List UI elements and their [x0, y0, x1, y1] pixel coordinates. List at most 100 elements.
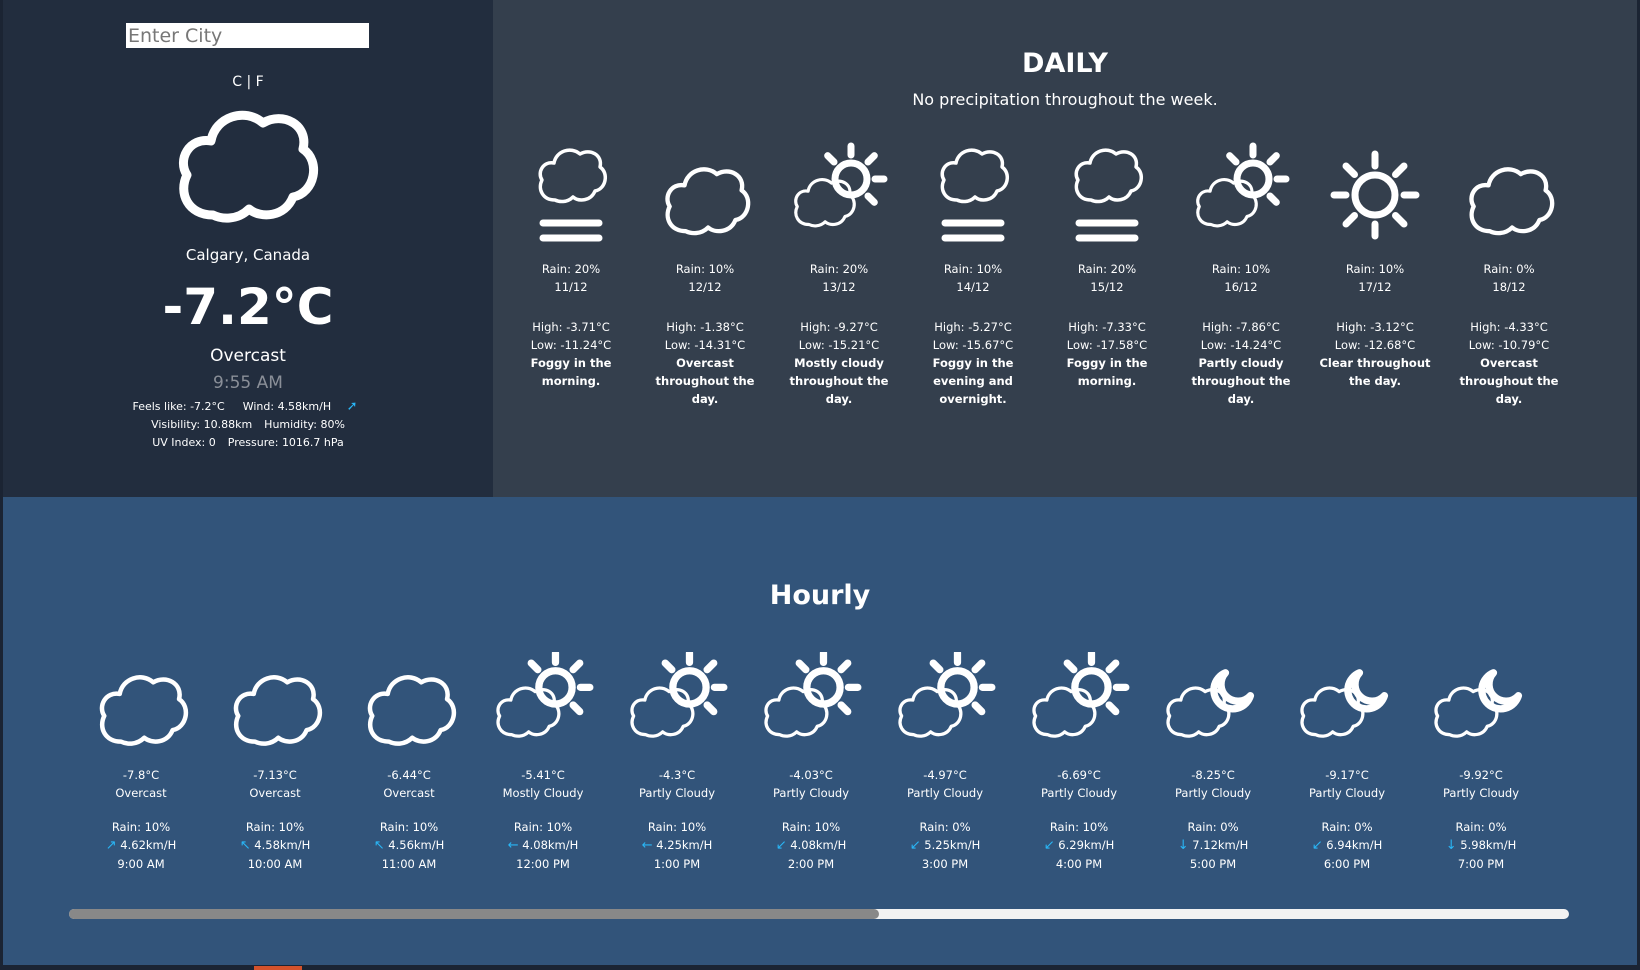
hourly-wind: ↙ 6.29km/H: [1043, 838, 1115, 853]
cloud-icon: [233, 675, 323, 746]
hourly-time: 5:00 PM: [1189, 857, 1237, 871]
daily-date: 12/12: [688, 280, 722, 294]
wind-direction-icon: ↗: [105, 838, 117, 853]
partly-cloudy-night-icon: [1434, 669, 1523, 738]
daily-item: Rain: 10% 12/12 High: -1.38°C Low: -14.3…: [645, 140, 765, 408]
fahrenheit-toggle[interactable]: F: [256, 74, 264, 90]
hourly-time: 10:00 AM: [247, 857, 303, 871]
daily-item: Rain: 0% 18/12 High: -4.33°C Low: -10.79…: [1449, 140, 1569, 408]
hourly-rain: Rain: 10%: [111, 820, 171, 834]
scrollbar-thumb[interactable]: [69, 909, 879, 919]
wind: Wind: 4.58km/H ➚: [242, 399, 358, 414]
hourly-wind: ← 4.25km/H: [641, 838, 713, 853]
daily-high: High: -3.12°C: [1336, 320, 1414, 334]
hourly-item: -6.69°C Partly Cloudy Rain: 10% ↙ 6.29km…: [1019, 652, 1139, 873]
partly-cloudy-day-icon: [794, 142, 888, 228]
hourly-temp: -7.13°C: [253, 768, 297, 782]
hourly-time: 11:00 AM: [381, 857, 437, 871]
uv-index: UV Index: 0: [152, 436, 216, 449]
hourly-item: -4.97°C Partly Cloudy Rain: 0% ↙ 5.25km/…: [885, 652, 1005, 873]
daily-low: Low: -10.79°C: [1468, 338, 1550, 352]
hourly-condition: Overcast: [115, 786, 167, 800]
taskbar-indicator: [254, 966, 302, 970]
current-condition: Overcast: [210, 346, 286, 366]
hourly-temp: -6.44°C: [387, 768, 431, 782]
hourly-scrollbar[interactable]: [69, 909, 1569, 919]
daily-rain: Rain: 10%: [675, 262, 735, 276]
hourly-condition: Partly Cloudy: [1308, 786, 1385, 800]
daily-high: High: -7.86°C: [1202, 320, 1280, 334]
daily-date: 13/12: [822, 280, 856, 294]
wind-direction-icon: ↓: [1445, 838, 1457, 853]
fog-icon: [538, 148, 608, 242]
daily-low: Low: -15.67°C: [932, 338, 1014, 352]
cloud-icon: [367, 675, 457, 746]
daily-rain: Rain: 10%: [1211, 262, 1271, 276]
hourly-wind: ↙ 4.08km/H: [775, 838, 847, 853]
daily-date: 18/12: [1492, 280, 1526, 294]
hourly-rain: Rain: 10%: [647, 820, 707, 834]
current-temperature: -7.2°C: [162, 278, 334, 336]
hourly-condition: Partly Cloudy: [906, 786, 983, 800]
daily-date: 11/12: [554, 280, 588, 294]
hourly-wind: ↙ 5.25km/H: [909, 838, 981, 853]
daily-summary: No precipitation throughout the week.: [912, 90, 1218, 109]
city-search-input[interactable]: [126, 23, 369, 48]
daily-summary-text: Clear throughout the day.: [1319, 356, 1431, 388]
daily-date: 15/12: [1090, 280, 1124, 294]
daily-summary-text: Mostly cloudy throughout the day.: [789, 356, 889, 406]
wind-direction-icon: ↙: [1311, 838, 1323, 853]
hourly-condition: Partly Cloudy: [638, 786, 715, 800]
hourly-item: -5.41°C Mostly Cloudy Rain: 10% ← 4.08km…: [483, 652, 603, 873]
hourly-rain: Rain: 10%: [1049, 820, 1109, 834]
hourly-condition: Partly Cloudy: [1040, 786, 1117, 800]
daily-item: Rain: 10% 16/12 High: -7.86°C Low: -14.2…: [1181, 140, 1301, 408]
visibility: Visibility: 10.88km: [151, 418, 253, 431]
cloud-icon: [178, 110, 318, 223]
hourly-condition: Overcast: [249, 786, 301, 800]
hourly-rain: Rain: 10%: [245, 820, 305, 834]
hourly-item: -8.25°C Partly Cloudy Rain: 0% ↓ 7.12km/…: [1153, 652, 1273, 873]
daily-high: High: -4.33°C: [1470, 320, 1548, 334]
cloud-icon: [1469, 167, 1555, 236]
daily-low: Low: -15.21°C: [798, 338, 880, 352]
current-details: Feels like: -7.2°C Wind: 4.58km/H ➚ Visib…: [3, 398, 493, 452]
daily-high: High: -5.27°C: [934, 320, 1012, 334]
hourly-rain: Rain: 0%: [1321, 820, 1373, 834]
wind-direction-icon: ↖: [239, 838, 251, 853]
location-label: Calgary, Canada: [185, 246, 311, 264]
daily-date: 14/12: [956, 280, 990, 294]
hourly-temp: -9.92°C: [1459, 768, 1503, 782]
hourly-wind: ↓ 7.12km/H: [1177, 838, 1249, 853]
wind-direction-icon: ➚: [346, 399, 358, 414]
partly-cloudy-day-icon: [898, 652, 996, 738]
current-time: 9:55 AM: [213, 373, 283, 393]
partly-cloudy-night-icon: [1300, 669, 1389, 738]
wind-direction-icon: ←: [507, 838, 519, 853]
hourly-rain: Rain: 0%: [1455, 820, 1507, 834]
hourly-wind: ↖ 4.58km/H: [239, 838, 311, 853]
cloud-icon: [665, 167, 751, 236]
partly-cloudy-day-icon: [496, 652, 594, 738]
daily-summary-text: Overcast throughout the day.: [1459, 356, 1559, 406]
daily-rain: Rain: 10%: [943, 262, 1003, 276]
daily-forecast-panel: DAILY No precipitation throughout the we…: [493, 0, 1637, 497]
daily-low: Low: -12.68°C: [1334, 338, 1416, 352]
hourly-time: 3:00 PM: [921, 857, 969, 871]
unit-toggle: C | F: [3, 74, 493, 90]
daily-summary-text: Foggy in the morning.: [1066, 356, 1148, 388]
partly-cloudy-night-icon: [1166, 669, 1255, 738]
wind-direction-icon: ↙: [909, 838, 921, 853]
hourly-wind: ↓ 5.98km/H: [1445, 838, 1517, 853]
fog-icon: [1074, 148, 1144, 242]
celsius-toggle[interactable]: C: [232, 74, 242, 90]
hourly-item: -9.17°C Partly Cloudy Rain: 0% ↙ 6.94km/…: [1287, 652, 1407, 873]
sun-icon: [1330, 150, 1420, 240]
hourly-condition: Mostly Cloudy: [502, 786, 584, 800]
daily-rain: Rain: 0%: [1483, 262, 1535, 276]
wind-direction-icon: ↙: [1043, 838, 1055, 853]
hourly-time: 1:00 PM: [653, 857, 701, 871]
daily-rain: Rain: 20%: [541, 262, 601, 276]
daily-low: Low: -11.24°C: [530, 338, 612, 352]
hourly-rain: Rain: 0%: [1187, 820, 1239, 834]
